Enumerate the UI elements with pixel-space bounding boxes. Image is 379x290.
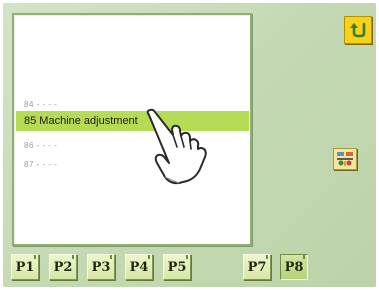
page-button-p2[interactable]: P2	[49, 254, 77, 280]
return-button[interactable]	[344, 16, 372, 44]
page-button-label: P7	[247, 259, 267, 275]
page-button-label: P1	[15, 259, 35, 275]
page-button-p1[interactable]: P1	[11, 254, 39, 280]
return-arrow-icon	[350, 22, 366, 38]
page-button-label: P8	[284, 259, 304, 275]
page-button-p3[interactable]: P3	[87, 254, 115, 280]
list-item-label: 84 - - - -	[24, 99, 58, 109]
screen-background: 84 - - - - 85 Machine adjustment 86 - - …	[3, 3, 376, 287]
machine-adjust-icon	[337, 152, 353, 166]
page-button-label: P3	[91, 259, 111, 275]
page-button-p7[interactable]: P7	[243, 254, 271, 280]
page-button-label: P4	[129, 259, 149, 275]
machine-adjust-button[interactable]	[333, 148, 357, 170]
list-item-label: 85 Machine adjustment	[24, 115, 138, 127]
pointing-hand-icon	[146, 108, 207, 185]
page-button-label: P2	[53, 259, 73, 275]
list-item-label: 87 - - - -	[24, 159, 58, 169]
page-button-p5[interactable]: P5	[163, 254, 191, 280]
page-button-label: P5	[167, 259, 187, 275]
page-button-p8[interactable]: P8	[280, 254, 308, 280]
page-button-p4[interactable]: P4	[125, 254, 153, 280]
list-item-label: 86 - - - -	[24, 140, 58, 150]
